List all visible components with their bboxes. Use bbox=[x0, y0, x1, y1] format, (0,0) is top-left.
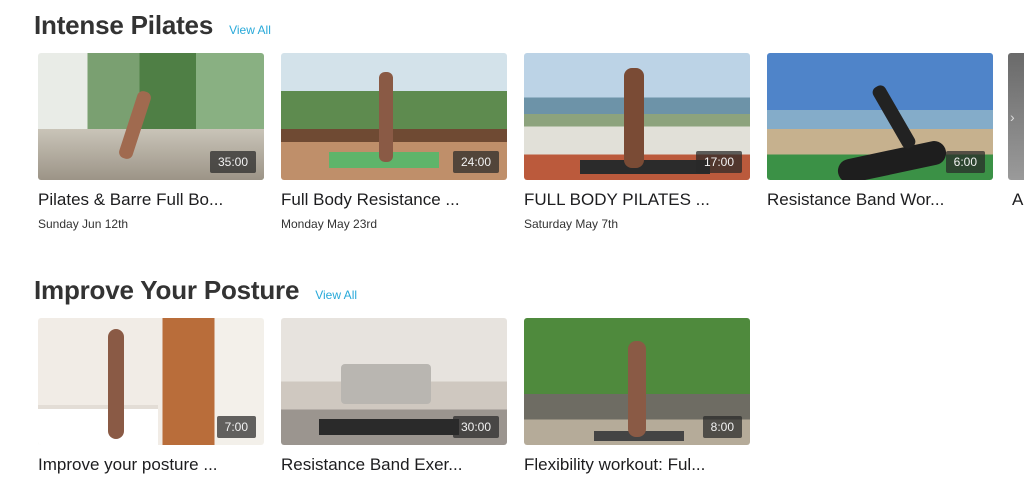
duration-badge: 7:00 bbox=[216, 416, 256, 438]
view-all-link[interactable]: View All bbox=[315, 288, 357, 302]
video-title[interactable]: Flexibility workout: Ful... bbox=[524, 455, 746, 475]
video-card[interactable]: 6:00 Resistance Band Wor... bbox=[767, 53, 993, 231]
video-card[interactable]: 24:00 Full Body Resistance ... Monday Ma… bbox=[281, 53, 507, 231]
section-title: Intense Pilates bbox=[34, 10, 214, 40]
video-row: 35:00 Pilates & Barre Full Bo... Sunday … bbox=[38, 53, 1010, 231]
video-row: 7:00 Improve your posture ... 30:00 Resi… bbox=[38, 318, 767, 475]
video-title[interactable]: Improve your posture ... bbox=[38, 455, 260, 475]
video-thumbnail[interactable]: 7:00 bbox=[38, 318, 264, 445]
video-title[interactable]: Resistance Band Exer... bbox=[281, 455, 503, 475]
section-header: Intense Pilates View All bbox=[34, 10, 271, 41]
video-thumbnail[interactable]: 17:00 bbox=[524, 53, 750, 180]
video-date: Sunday Jun 12th bbox=[38, 217, 129, 231]
partial-video-title[interactable]: A bbox=[1012, 190, 1024, 210]
section-title: Improve Your Posture bbox=[34, 275, 300, 305]
duration-badge: 6:00 bbox=[945, 151, 985, 173]
duration-badge: 24:00 bbox=[452, 151, 499, 173]
video-card[interactable]: 35:00 Pilates & Barre Full Bo... Sunday … bbox=[38, 53, 264, 231]
video-card[interactable]: 17:00 FULL BODY PILATES ... Saturday May… bbox=[524, 53, 750, 231]
duration-badge: 30:00 bbox=[452, 416, 499, 438]
video-title[interactable]: Full Body Resistance ... bbox=[281, 190, 503, 210]
video-thumbnail[interactable]: 30:00 bbox=[281, 318, 507, 445]
video-thumbnail[interactable]: 8:00 bbox=[524, 318, 750, 445]
video-title[interactable]: FULL BODY PILATES ... bbox=[524, 190, 746, 210]
video-card[interactable]: 8:00 Flexibility workout: Ful... bbox=[524, 318, 750, 475]
video-card[interactable]: 30:00 Resistance Band Exer... bbox=[281, 318, 507, 475]
duration-badge: 35:00 bbox=[209, 151, 256, 173]
video-thumbnail[interactable]: 24:00 bbox=[281, 53, 507, 180]
video-title[interactable]: Pilates & Barre Full Bo... bbox=[38, 190, 260, 210]
chevron-right-icon[interactable]: › bbox=[1010, 109, 1015, 125]
partial-video-thumbnail[interactable]: › bbox=[1008, 53, 1024, 180]
video-date: Monday May 23rd bbox=[281, 217, 378, 231]
video-thumbnail[interactable]: 6:00 bbox=[767, 53, 993, 180]
view-all-link[interactable]: View All bbox=[229, 23, 271, 37]
section-header: Improve Your Posture View All bbox=[34, 275, 357, 306]
video-card[interactable]: 7:00 Improve your posture ... bbox=[38, 318, 264, 475]
duration-badge: 8:00 bbox=[702, 416, 742, 438]
video-thumbnail[interactable]: 35:00 bbox=[38, 53, 264, 180]
video-title[interactable]: Resistance Band Wor... bbox=[767, 190, 989, 210]
duration-badge: 17:00 bbox=[695, 151, 742, 173]
video-date: Saturday May 7th bbox=[524, 217, 619, 231]
